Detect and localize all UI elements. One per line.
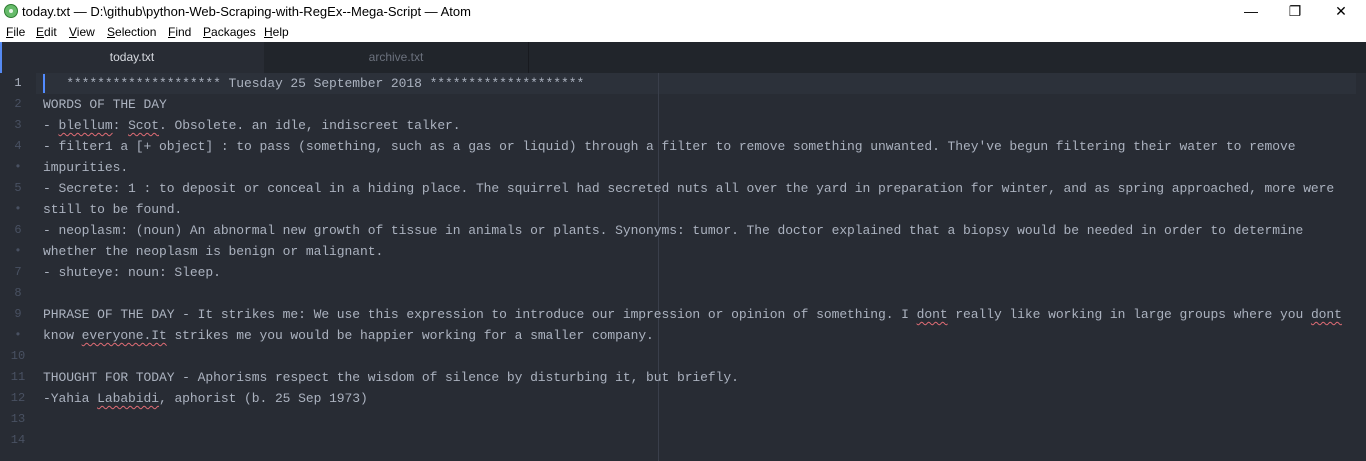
- menu-packages[interactable]: Packages: [203, 25, 256, 40]
- editor-pane[interactable]: 1 2 3 4 • 5 • 6 • 7 8 9 • 10 11 12 13 14 ****************…: [0, 73, 1366, 461]
- menu-bar: File Edit View Selection Find Packages H…: [0, 23, 1366, 42]
- atom-app-icon: [4, 4, 18, 18]
- text-segment: PHRASE OF THE DAY - It strikes me: We us…: [43, 307, 917, 322]
- text-line[interactable]: impurities.: [43, 157, 128, 178]
- text-segment: ******************** Tuesday 25 Septembe…: [43, 76, 585, 91]
- text-line[interactable]: THOUGHT FOR TODAY - Aphorisms respect th…: [43, 367, 739, 388]
- text-line[interactable]: - neoplasm: (noun) An abnormal new growt…: [43, 220, 1303, 241]
- misspelled-word: blellum: [58, 118, 113, 133]
- text-segment: THOUGHT FOR TODAY - Aphorisms respect th…: [43, 370, 739, 385]
- misspelled-word: Scot: [128, 118, 159, 133]
- text-line[interactable]: WORDS OF THE DAY: [43, 94, 167, 115]
- line-number: 14: [10, 433, 26, 447]
- line-number: 6: [14, 223, 22, 237]
- line-number: •: [14, 202, 22, 216]
- tab-label: today.txt: [109, 50, 155, 64]
- text-segment: :: [112, 118, 129, 133]
- line-number: 13: [10, 412, 26, 426]
- line-number: 10: [10, 349, 26, 363]
- text-line[interactable]: - Secrete: 1 : to deposit or conceal in …: [43, 178, 1334, 199]
- menu-help[interactable]: Help: [264, 25, 289, 40]
- text-segment: still to be found.: [43, 202, 183, 217]
- text-segment: - neoplasm: (noun) An abnormal new growt…: [43, 223, 1304, 238]
- text-segment: - Secrete: 1 : to deposit or conceal in …: [43, 181, 1335, 196]
- text-line[interactable]: - shuteye: noun: Sleep.: [43, 262, 221, 283]
- misspelled-word: dont: [916, 307, 948, 322]
- text-line[interactable]: ******************** Tuesday 25 Septembe…: [43, 73, 584, 94]
- text-segment: whether the neoplasm is benign or malign…: [43, 244, 384, 259]
- misspelled-word: everyone.It: [81, 328, 167, 343]
- tab-archive-txt[interactable]: archive.txt: [264, 42, 529, 73]
- tab-label: archive.txt: [368, 50, 424, 64]
- line-number: •: [14, 328, 22, 342]
- line-number: •: [14, 160, 22, 174]
- text-line[interactable]: still to be found.: [43, 199, 182, 220]
- menu-edit[interactable]: Edit: [36, 25, 57, 40]
- text-line[interactable]: whether the neoplasm is benign or malign…: [43, 241, 383, 262]
- misspelled-word: dont: [1310, 307, 1342, 322]
- line-number: 3: [14, 118, 22, 132]
- line-number: •: [14, 244, 22, 258]
- text-line[interactable]: PHRASE OF THE DAY - It strikes me: We us…: [43, 304, 1342, 325]
- text-segment: strikes me you would be happier working …: [166, 328, 654, 343]
- text-line[interactable]: know everyone.It strikes me you would be…: [43, 325, 654, 346]
- text-segment: -Yahia: [43, 391, 98, 406]
- text-line[interactable]: - filter1 a [+ object] : to pass (someth…: [43, 136, 1296, 157]
- text-segment: know: [43, 328, 82, 343]
- menu-view[interactable]: View: [69, 25, 95, 40]
- text-segment: . Obsolete. an idle, indiscreet talker.: [159, 118, 461, 133]
- misspelled-word: Lababidi: [97, 391, 159, 406]
- text-line[interactable]: - blellum: Scot. Obsolete. an idle, indi…: [43, 115, 461, 136]
- text-segment: impurities.: [43, 160, 129, 175]
- text-segment: - filter1 a [+ object] : to pass (someth…: [43, 139, 1296, 154]
- text-segment: -: [43, 118, 59, 133]
- window-title: today.txt — D:\github\python-Web-Scrapin…: [22, 4, 471, 19]
- line-number: 2: [14, 97, 22, 111]
- line-number: 11: [10, 370, 26, 384]
- line-number: 9: [14, 307, 22, 321]
- text-segment: , aphorist (b. 25 Sep 1973): [158, 391, 368, 406]
- title-bar: today.txt — D:\github\python-Web-Scrapin…: [0, 0, 1366, 23]
- line-number: 1: [14, 76, 22, 90]
- restore-button[interactable]: ❐: [1272, 0, 1318, 23]
- tab-today-txt[interactable]: today.txt: [0, 42, 264, 73]
- text-line[interactable]: -Yahia Lababidi, aphorist (b. 25 Sep 197…: [43, 388, 368, 409]
- wrap-guide: [658, 73, 659, 461]
- minimize-button[interactable]: —: [1228, 0, 1274, 23]
- text-segment: - shuteye: noun: Sleep.: [43, 265, 221, 280]
- text-segment: WORDS OF THE DAY: [43, 97, 167, 112]
- line-number: 5: [14, 181, 22, 195]
- menu-file[interactable]: File: [6, 25, 25, 40]
- line-number: 7: [14, 265, 22, 279]
- text-cursor: [43, 74, 45, 93]
- line-number: 12: [10, 391, 26, 405]
- close-button[interactable]: ✕: [1318, 0, 1364, 23]
- line-number: 8: [14, 286, 22, 300]
- menu-find[interactable]: Find: [168, 25, 191, 40]
- text-segment: really like working in large groups wher…: [947, 307, 1311, 322]
- menu-selection[interactable]: Selection: [107, 25, 156, 40]
- tab-bar: today.txt archive.txt: [0, 42, 1366, 73]
- line-number: 4: [14, 139, 22, 153]
